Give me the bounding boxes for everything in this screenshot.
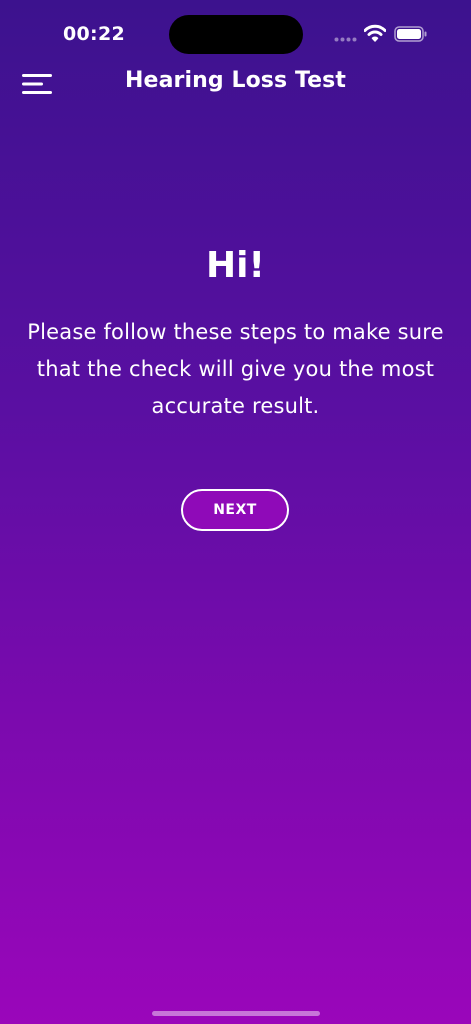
status-time: 00:22 — [63, 23, 125, 45]
next-button[interactable]: NEXT — [181, 489, 289, 531]
cellular-signal-icon — [334, 37, 357, 42]
home-indicator — [152, 1011, 320, 1016]
intro-text: Please follow these steps to make sure t… — [27, 320, 444, 418]
battery-icon — [394, 26, 427, 42]
dynamic-island — [169, 15, 303, 54]
greeting-heading: Hi! — [206, 245, 265, 286]
wifi-icon — [364, 24, 386, 42]
nav-bar: Hearing Loss Test — [0, 60, 471, 106]
intro-section: Hi! Please follow these steps to make su… — [0, 240, 471, 425]
page-title: Hearing Loss Test — [125, 68, 346, 93]
app-screen: 00:22 Hearing Loss Test Hi! Please follo… — [0, 0, 471, 1024]
